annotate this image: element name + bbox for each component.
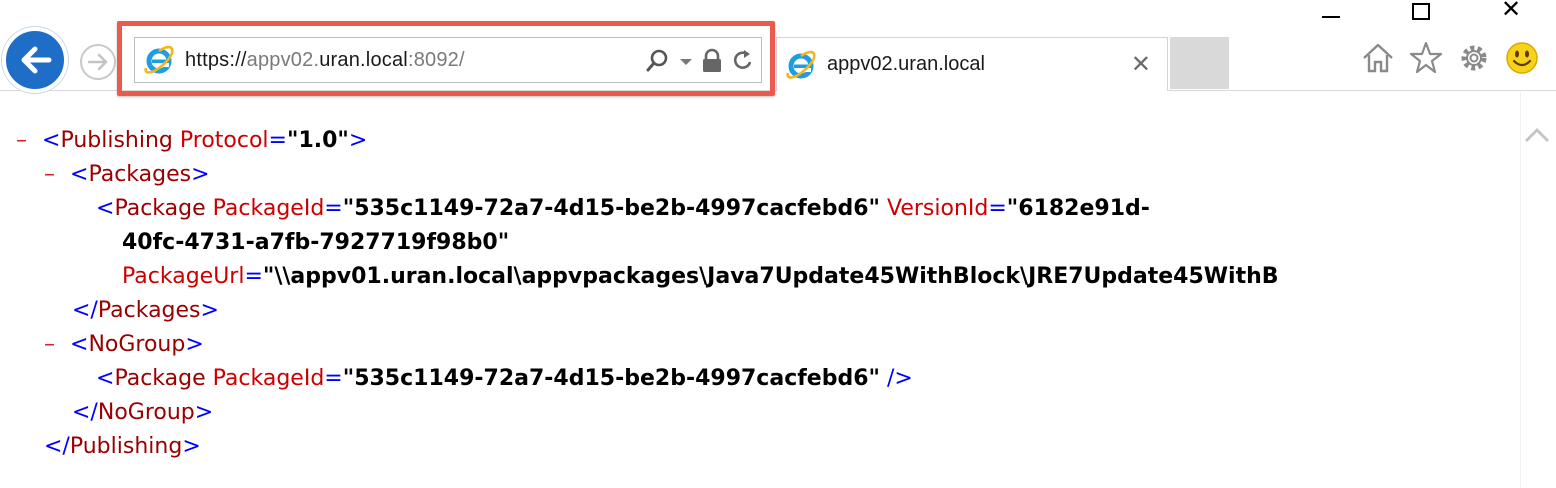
- xml-attr: PackageUrl: [122, 264, 245, 289]
- address-bar[interactable]: https://appv02.uran.local:8092/: [134, 37, 762, 83]
- xml-document: – <Publishing Protocol="1.0"> – <Packages>…: [0, 92, 1520, 488]
- xml-line-package1-c: PackageUrl="\\appv01.uran.local\appvpack…: [122, 262, 1279, 292]
- collapse-toggle-publishing[interactable]: –: [16, 126, 42, 156]
- address-tools: [645, 46, 755, 76]
- bracket: =: [244, 264, 263, 289]
- xml-value: "1.0": [286, 128, 349, 153]
- tab-appv02[interactable]: appv02.uran.local ✕: [776, 37, 1168, 91]
- maximize-icon: [1412, 2, 1430, 20]
- xml-attr: PackageId: [212, 366, 325, 391]
- xml-tag: Package: [114, 366, 206, 391]
- close-icon: ✕: [1500, 0, 1522, 23]
- minimize-button[interactable]: [1308, 0, 1354, 26]
- bracket: </: [72, 298, 98, 323]
- new-tab-button[interactable]: [1170, 37, 1229, 89]
- refresh-icon[interactable]: [731, 48, 755, 74]
- bracket: >: [185, 332, 204, 357]
- forward-arrow-icon: [87, 53, 108, 71]
- xml-attr: Protocol: [179, 128, 269, 153]
- dropdown-icon[interactable]: [679, 48, 693, 74]
- bracket: >: [191, 162, 210, 187]
- collapse-toggle-nogroup[interactable]: –: [44, 330, 70, 360]
- close-window-button[interactable]: ✕: [1488, 0, 1534, 23]
- url-text[interactable]: https://appv02.uran.local:8092/: [185, 49, 465, 72]
- bracket: />: [887, 366, 913, 391]
- xml-tag: Package: [114, 196, 206, 221]
- url-scheme: https://: [185, 48, 247, 71]
- toolbar-icons: [1360, 38, 1540, 78]
- xml-line-package1-b: 40fc-4731-a7fb-7927719f98b0": [122, 228, 509, 258]
- ie-logo-icon: [144, 45, 174, 74]
- bracket: <: [96, 196, 115, 221]
- maximize-button[interactable]: [1398, 0, 1444, 26]
- xml-value: "6182e91d-: [1006, 196, 1150, 221]
- xml-attr: VersionId: [887, 196, 989, 221]
- xml-tag: Publishing: [60, 128, 173, 153]
- browser-chrome: ✕ https://appv02.uran.local:8092/ appv02…: [0, 0, 1556, 96]
- xml-value: "535c1149-72a7-4d15-be2b-4997cacfebd6": [342, 196, 880, 221]
- url-host-prefix: appv02.: [246, 48, 320, 71]
- minimize-icon: [1322, 16, 1340, 18]
- bracket: >: [348, 128, 368, 153]
- xml-line-packages-close: </Packages>: [72, 296, 219, 326]
- scroll-up-button[interactable]: [1522, 120, 1552, 150]
- xml-tag: NoGroup: [88, 332, 186, 357]
- bracket: <: [96, 366, 115, 391]
- tab-close-icon[interactable]: ✕: [1131, 50, 1151, 78]
- xml-line-nogroup-open: – <NoGroup>: [44, 330, 204, 360]
- vertical-scrollbar[interactable]: [1520, 92, 1556, 488]
- xml-tag: Packages: [97, 298, 201, 323]
- xml-line-packages-open: – <Packages>: [44, 160, 210, 190]
- favorites-star-icon[interactable]: [1408, 40, 1444, 76]
- xml-line-package1-a: <Package PackageId="535c1149-72a7-4d15-b…: [96, 194, 1150, 224]
- xml-value: 40fc-4731-a7fb-7927719f98b0": [122, 230, 510, 255]
- lock-icon[interactable]: [701, 48, 723, 74]
- back-button[interactable]: [2, 27, 68, 93]
- chevron-up-icon: [1525, 128, 1549, 142]
- tab-title: appv02.uran.local: [827, 53, 985, 75]
- bracket: <: [70, 162, 89, 187]
- url-host: uran.local: [319, 48, 408, 71]
- xml-line-package2: <Package PackageId="535c1149-72a7-4d15-b…: [96, 364, 913, 394]
- settings-gear-icon[interactable]: [1456, 40, 1492, 76]
- bracket: <: [42, 128, 61, 153]
- home-icon[interactable]: [1360, 40, 1396, 76]
- bracket: =: [324, 366, 343, 391]
- xml-value: "535c1149-72a7-4d15-be2b-4997cacfebd6": [342, 366, 880, 391]
- bracket: =: [324, 196, 343, 221]
- bracket: =: [988, 196, 1007, 221]
- browser-window: ✕ https://appv02.uran.local:8092/ appv02…: [0, 0, 1556, 488]
- collapse-toggle-packages[interactable]: –: [44, 160, 70, 190]
- bracket: <: [70, 332, 89, 357]
- bracket: </: [72, 400, 98, 425]
- xml-line-publishing-close: </Publishing>: [44, 432, 201, 462]
- xml-tag: Publishing: [69, 434, 183, 459]
- xml-value: "\\appv01.uran.local\appvpackages\Java7U…: [262, 264, 1279, 289]
- xml-tag: Packages: [88, 162, 192, 187]
- xml-line-nogroup-close: </NoGroup>: [72, 398, 213, 428]
- back-arrow-icon: [21, 46, 52, 74]
- smiley-feedback-icon[interactable]: [1504, 40, 1540, 76]
- url-port-path: :8092/: [407, 48, 465, 71]
- bracket: >: [194, 400, 214, 425]
- bracket: </: [44, 434, 70, 459]
- xml-attr: PackageId: [212, 196, 325, 221]
- forward-button[interactable]: [80, 44, 116, 80]
- ie-logo-icon: [786, 50, 816, 79]
- bracket: >: [200, 298, 219, 323]
- bracket: =: [268, 128, 287, 153]
- bracket: >: [182, 434, 201, 459]
- xml-line-publishing-open: – <Publishing Protocol="1.0">: [16, 126, 367, 156]
- xml-tag: NoGroup: [97, 400, 195, 425]
- search-icon[interactable]: [645, 48, 671, 74]
